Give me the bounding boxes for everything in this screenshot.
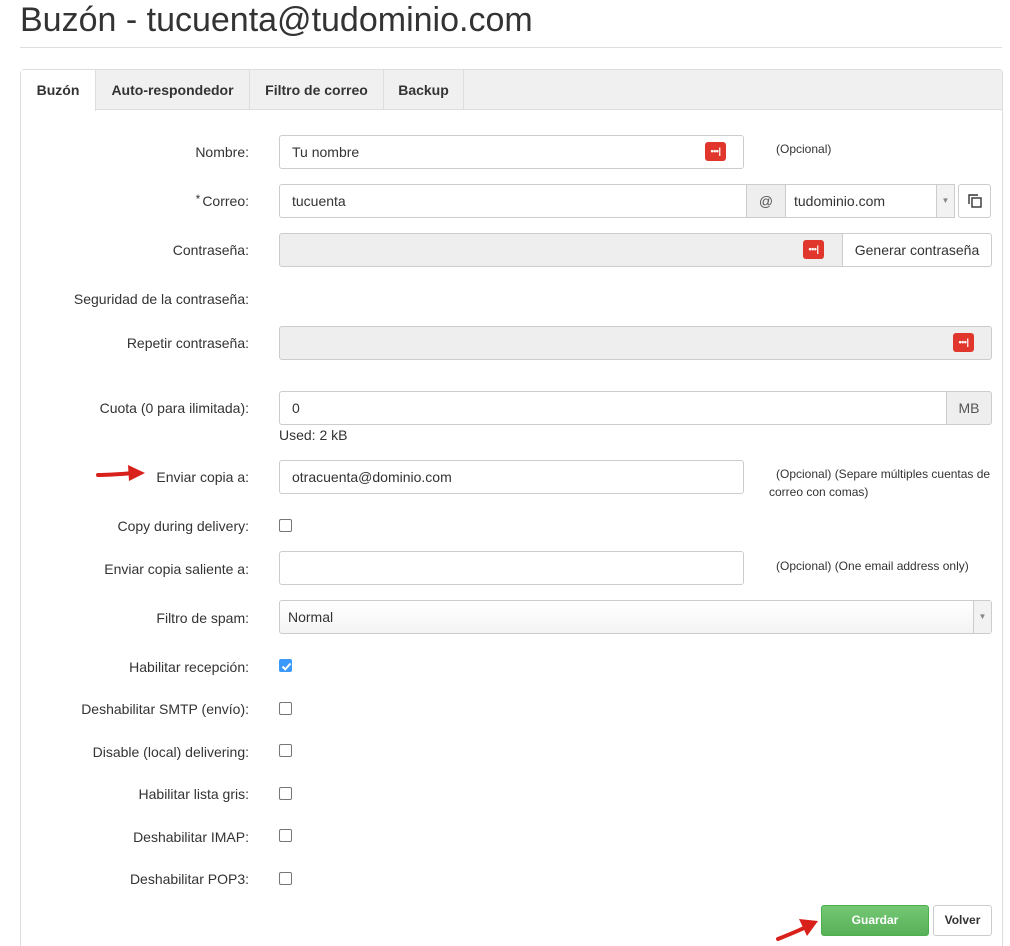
at-addon: @ bbox=[746, 184, 786, 218]
spam-value: Normal bbox=[288, 609, 334, 625]
repetir-input[interactable] bbox=[279, 326, 992, 360]
correo-local-value: tucuenta bbox=[292, 193, 346, 209]
domain-select[interactable]: tudominio.com ▼ bbox=[785, 184, 955, 218]
copy-during-label: Copy during delivery: bbox=[117, 518, 249, 534]
tab-bar: Buzón Auto-respondedor Filtro de correo … bbox=[21, 70, 1002, 111]
title-divider bbox=[20, 47, 1002, 48]
recepcion-label: Habilitar recepción: bbox=[129, 659, 249, 675]
copy-during-checkbox[interactable] bbox=[279, 519, 292, 532]
required-mark: * bbox=[195, 192, 201, 206]
spam-select[interactable]: Normal ▼ bbox=[279, 600, 992, 634]
repetir-label: Repetir contraseña: bbox=[126, 335, 249, 351]
copia-help-2: correo con comas) bbox=[769, 485, 869, 499]
domain-value: tudominio.com bbox=[794, 193, 886, 209]
copia-saliente-input[interactable] bbox=[279, 551, 744, 585]
local-deliver-checkbox[interactable] bbox=[279, 744, 292, 757]
password-dots-icon[interactable]: •••| bbox=[953, 333, 974, 352]
spam-label: Filtro de spam: bbox=[156, 610, 249, 626]
seguridad-label: Seguridad de la contraseña: bbox=[73, 291, 249, 307]
nombre-help: (Opcional) bbox=[776, 142, 832, 156]
red-arrow-icon bbox=[96, 465, 145, 481]
copia-saliente-help: (Opcional) (One email address only) bbox=[776, 559, 969, 573]
copy-button[interactable] bbox=[958, 184, 991, 218]
tab-auto-respondedor[interactable]: Auto-respondedor bbox=[96, 70, 250, 110]
password-dots-icon[interactable]: •••| bbox=[803, 240, 824, 259]
tab-backup[interactable]: Backup bbox=[384, 70, 464, 110]
chevron-down-icon: ▼ bbox=[973, 601, 991, 633]
correo-label-text: Correo: bbox=[202, 193, 249, 209]
correo-label: * Correo: bbox=[196, 192, 249, 211]
save-button[interactable]: Guardar bbox=[821, 905, 929, 936]
chevron-down-icon: ▼ bbox=[936, 185, 954, 217]
gris-checkbox[interactable] bbox=[279, 787, 292, 800]
tab-filtro-de-correo[interactable]: Filtro de correo bbox=[250, 70, 384, 110]
back-button[interactable]: Volver bbox=[933, 905, 992, 936]
tab-buzon[interactable]: Buzón bbox=[21, 70, 96, 111]
checkmark-icon bbox=[281, 662, 292, 671]
imap-label: Deshabilitar IMAP: bbox=[133, 829, 249, 845]
copia-label: Enviar copia a: bbox=[156, 469, 249, 485]
smtp-checkbox[interactable] bbox=[279, 702, 292, 715]
copia-input[interactable]: otracuenta@dominio.com bbox=[279, 460, 744, 494]
nombre-value: Tu nombre bbox=[292, 144, 360, 160]
imap-checkbox[interactable] bbox=[279, 829, 292, 842]
nombre-label: Nombre: bbox=[195, 144, 249, 160]
quota-used: Used: 2 kB bbox=[279, 427, 348, 443]
page-title: Buzón - tucuenta@tudominio.com bbox=[20, 1, 533, 39]
copy-icon bbox=[968, 194, 982, 208]
copia-saliente-label: Enviar copia saliente a: bbox=[104, 561, 249, 577]
mb-addon: MB bbox=[946, 391, 992, 425]
gris-label: Habilitar lista gris: bbox=[138, 786, 249, 802]
cuota-value: 0 bbox=[292, 400, 300, 416]
cuota-input[interactable]: 0 bbox=[279, 391, 947, 425]
recepcion-checkbox[interactable] bbox=[279, 659, 292, 672]
password-dots-icon[interactable]: •••| bbox=[705, 142, 726, 161]
pop3-checkbox[interactable] bbox=[279, 872, 292, 885]
contrasena-label: Contraseña: bbox=[172, 242, 249, 258]
copia-help-1: (Opcional) (Separe múltiples cuentas de bbox=[776, 467, 991, 481]
nombre-input[interactable]: Tu nombre bbox=[279, 135, 744, 169]
smtp-label: Deshabilitar SMTP (envío): bbox=[81, 701, 249, 717]
generate-password-button[interactable]: Generar contraseña bbox=[842, 233, 992, 267]
pop3-label: Deshabilitar POP3: bbox=[129, 871, 249, 887]
cuota-label: Cuota (0 para ilimitada): bbox=[99, 400, 249, 416]
contrasena-input[interactable] bbox=[279, 233, 843, 267]
local-deliver-label: Disable (local) delivering: bbox=[92, 744, 249, 760]
copia-value: otracuenta@dominio.com bbox=[292, 469, 452, 485]
red-arrow-icon bbox=[776, 919, 818, 941]
correo-local-input[interactable]: tucuenta bbox=[279, 184, 747, 218]
